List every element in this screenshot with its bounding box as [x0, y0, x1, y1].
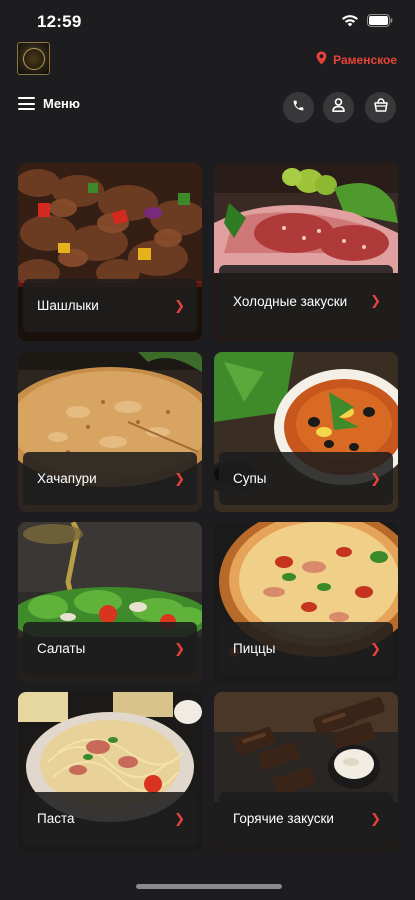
category-name: Паста: [37, 811, 75, 826]
status-icons: [341, 14, 393, 27]
category-card-pasta[interactable]: Паста ❯: [18, 692, 202, 852]
category-card-supy[interactable]: Супы ❯: [214, 352, 398, 512]
chevron-right-icon: ❯: [370, 810, 381, 826]
profile-button[interactable]: [323, 92, 354, 123]
category-card-pitstsy[interactable]: Пиццы ❯: [214, 522, 398, 682]
category-name: Горячие закуски: [233, 811, 334, 826]
location-selector[interactable]: Раменское: [316, 51, 397, 68]
cart-button[interactable]: [365, 92, 396, 123]
category-name: Холодные закуски: [233, 293, 348, 309]
category-card-salaty[interactable]: Салаты ❯: [18, 522, 202, 682]
category-label-box: Супы ❯: [219, 452, 393, 505]
basket-icon: [373, 98, 388, 117]
category-grid: Шашлыки ❯ Холодные закуски ❯ Хачапури ❯ …: [18, 163, 398, 853]
status-bar: 12:59: [0, 0, 415, 46]
header-nav: Меню: [0, 90, 415, 124]
category-name: Шашлыки: [37, 298, 99, 313]
restaurant-logo[interactable]: [17, 42, 50, 75]
chevron-right-icon: ❯: [174, 810, 185, 826]
category-card-kholodnye-zakuski[interactable]: Холодные закуски ❯: [214, 163, 398, 341]
chevron-right-icon: ❯: [174, 640, 185, 656]
category-name: Пиццы: [233, 641, 276, 656]
phone-button[interactable]: [283, 92, 314, 123]
hamburger-icon: [18, 97, 35, 111]
category-label-box: Холодные закуски ❯: [219, 265, 393, 337]
status-time: 12:59: [37, 12, 82, 31]
menu-button[interactable]: Меню: [18, 96, 80, 111]
battery-icon: [367, 14, 393, 27]
header-top: Раменское: [0, 42, 415, 82]
category-label-box: Салаты ❯: [23, 622, 197, 675]
category-label-box: Горячие закуски ❯: [219, 792, 393, 845]
category-label-box: Хачапури ❯: [23, 452, 197, 505]
category-name: Салаты: [37, 641, 86, 656]
map-pin-icon: [316, 51, 327, 68]
chevron-right-icon: ❯: [370, 640, 381, 656]
location-name: Раменское: [333, 52, 397, 67]
category-name: Хачапури: [37, 471, 97, 486]
chevron-right-icon: ❯: [174, 470, 185, 486]
user-icon: [332, 98, 345, 117]
category-card-goryachie-zakuski[interactable]: Горячие закуски ❯: [214, 692, 398, 852]
chevron-right-icon: ❯: [174, 297, 185, 313]
home-indicator: [136, 884, 282, 889]
category-label-box: Пиццы ❯: [219, 622, 393, 675]
wifi-icon: [341, 14, 359, 27]
chevron-right-icon: ❯: [370, 470, 381, 486]
category-label-box: Паста ❯: [23, 792, 197, 845]
category-card-khachapuri[interactable]: Хачапури ❯: [18, 352, 202, 512]
phone-icon: [292, 99, 305, 117]
menu-label: Меню: [43, 96, 81, 111]
category-name: Супы: [233, 471, 267, 486]
category-card-shashlyki[interactable]: Шашлыки ❯: [18, 163, 202, 341]
category-label-box: Шашлыки ❯: [23, 279, 197, 332]
chevron-right-icon: ❯: [370, 293, 381, 308]
